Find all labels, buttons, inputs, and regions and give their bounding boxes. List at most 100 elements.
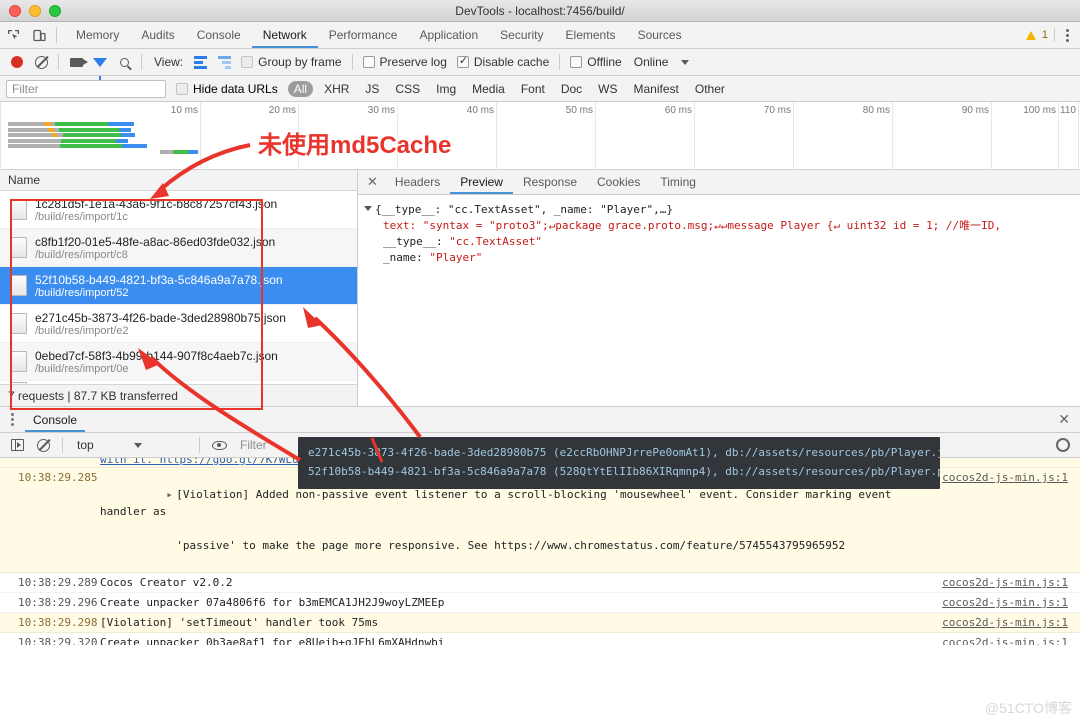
tab-console[interactable]: Console bbox=[186, 22, 252, 48]
tab-sources[interactable]: Sources bbox=[627, 22, 693, 48]
console-source-link[interactable]: cocos2d-js-min.js:1 bbox=[928, 634, 1080, 645]
network-overview[interactable]: 10 ms 20 ms 30 ms 40 ms 50 ms 60 ms 70 m… bbox=[0, 102, 1080, 170]
tab-network[interactable]: Network bbox=[252, 22, 318, 48]
offline-checkbox[interactable] bbox=[570, 56, 583, 68]
record-button[interactable] bbox=[6, 51, 28, 73]
clear-console-button[interactable] bbox=[32, 434, 54, 456]
filter-type-ws[interactable]: WS bbox=[593, 82, 622, 96]
request-detail-pane: ✕ Headers Preview Response Cookies Timin… bbox=[358, 170, 1080, 406]
more-options-icon[interactable] bbox=[1061, 28, 1074, 42]
filter-toggle-button[interactable] bbox=[89, 51, 111, 80]
table-row[interactable]: c8fb1f20-01e5-48fe-a8ac-86ed03fde032.jso… bbox=[0, 229, 357, 267]
request-name: 52f10b58-b449-4821-bf3a-5c846a9a7a78.jso… bbox=[35, 272, 283, 287]
tab-application[interactable]: Application bbox=[408, 22, 489, 48]
console-row[interactable]: 10:38:29.289 Cocos Creator v2.0.2 cocos2… bbox=[0, 573, 1080, 593]
json-root-line[interactable]: {__type__: "cc.TextAsset", _name: "Playe… bbox=[364, 202, 1080, 218]
disable-cache-checkbox[interactable] bbox=[456, 54, 469, 68]
close-drawer-icon[interactable]: ✕ bbox=[1058, 411, 1070, 428]
preserve-log-checkbox[interactable] bbox=[362, 56, 375, 68]
tab-security[interactable]: Security bbox=[489, 22, 554, 48]
request-path: /build/res/import/c8 bbox=[35, 248, 128, 261]
tab-cookies[interactable]: Cookies bbox=[587, 170, 650, 194]
group-by-frame-checkbox[interactable] bbox=[241, 56, 254, 68]
chevron-down-icon[interactable] bbox=[364, 206, 372, 211]
drawer-drag-handle[interactable] bbox=[0, 413, 25, 426]
tab-audits[interactable]: Audits bbox=[130, 22, 185, 48]
tab-timing[interactable]: Timing bbox=[650, 170, 706, 194]
console-row[interactable]: 10:38:29.296 Create unpacker 07a4806f6 f… bbox=[0, 593, 1080, 613]
warning-count[interactable]: 1 bbox=[1042, 29, 1048, 41]
timeline-tick: 30 ms bbox=[367, 105, 395, 116]
close-detail-icon[interactable]: ✕ bbox=[364, 174, 385, 190]
console-source-link[interactable]: cocos2d-js-min.js:1 bbox=[928, 594, 1080, 611]
json-key: __type__: bbox=[383, 235, 443, 248]
filter-type-img[interactable]: Img bbox=[431, 82, 461, 96]
hide-data-urls-row[interactable]: Hide data URLs bbox=[176, 82, 278, 96]
warning-triangle-icon bbox=[1025, 30, 1036, 40]
toolbar-divider bbox=[141, 54, 142, 70]
capture-screenshots-button[interactable] bbox=[65, 51, 88, 73]
console-source-link[interactable]: cocos2d-js-min.js:1 bbox=[928, 469, 1080, 571]
disable-cache-row[interactable]: Disable cache bbox=[456, 54, 549, 69]
tab-response[interactable]: Response bbox=[513, 170, 587, 194]
throttling-dropdown[interactable] bbox=[674, 51, 696, 73]
view-waterfall-button[interactable] bbox=[213, 51, 235, 73]
filter-type-font[interactable]: Font bbox=[516, 82, 550, 96]
console-settings-button[interactable] bbox=[1052, 434, 1074, 456]
console-filter-input[interactable]: Filter bbox=[240, 438, 267, 452]
drawer-tab-console[interactable]: Console bbox=[25, 407, 85, 432]
request-name: c8fb1f20-01e5-48fe-a8ac-86ed03fde032.jso… bbox=[35, 234, 276, 249]
tab-preview[interactable]: Preview bbox=[450, 170, 513, 194]
preserve-log-row[interactable]: Preserve log bbox=[362, 55, 447, 69]
filter-type-js[interactable]: JS bbox=[360, 82, 384, 96]
search-button[interactable] bbox=[113, 51, 135, 73]
devtools-window: DevTools - localhost:7456/build/ Memory … bbox=[0, 0, 1080, 722]
console-row[interactable]: 10:38:29.298 [Violation] 'setTimeout' ha… bbox=[0, 613, 1080, 633]
timeline-tick: 10 ms bbox=[170, 105, 198, 116]
column-header-name[interactable]: Name bbox=[0, 170, 357, 191]
table-row[interactable]: e271c45b-3873-4f26-bade-3ded28980b75.jso… bbox=[0, 305, 357, 343]
tabstrip-right-controls: 1 bbox=[1025, 28, 1074, 42]
table-row[interactable]: 0ebed7cf-58f3-4b99-b144-907f8c4aeb7c.jso… bbox=[0, 343, 357, 381]
filter-type-xhr[interactable]: XHR bbox=[319, 82, 354, 96]
inspect-element-icon[interactable] bbox=[0, 22, 26, 48]
console-source-link[interactable]: cocos2d-js-min.js:1 bbox=[928, 614, 1080, 631]
live-expression-button[interactable] bbox=[208, 434, 230, 456]
filter-type-other[interactable]: Other bbox=[690, 82, 730, 96]
toggle-device-toolbar-icon[interactable] bbox=[26, 22, 52, 48]
console-sidebar-button[interactable] bbox=[6, 434, 28, 456]
console-source-link[interactable]: cocos2d-js-min.js:1 bbox=[928, 574, 1080, 591]
execution-context-value: top bbox=[77, 438, 94, 452]
filter-type-css[interactable]: CSS bbox=[390, 82, 425, 96]
document-icon bbox=[10, 351, 27, 372]
request-name: 1c281d5f-1e1a-43a6-9f1c-b8c87257cf43.jso… bbox=[35, 196, 278, 211]
group-by-frame-row[interactable]: Group by frame bbox=[241, 55, 342, 69]
hide-data-urls-checkbox[interactable] bbox=[176, 82, 188, 95]
timeline-tick: 60 ms bbox=[664, 105, 692, 116]
expand-arrow-icon[interactable]: ▸ bbox=[166, 486, 176, 503]
view-as-list-button[interactable] bbox=[189, 51, 211, 73]
console-row[interactable]: 10:38:29.320 Create unpacker 0b3ae8af1 f… bbox=[0, 633, 1080, 645]
filter-type-all[interactable]: All bbox=[287, 80, 314, 97]
table-row[interactable]: 1c281d5f-1e1a-43a6-9f1c-b8c87257cf43.jso… bbox=[0, 191, 357, 229]
preview-json-viewer[interactable]: {__type__: "cc.TextAsset", _name: "Playe… bbox=[358, 195, 1080, 406]
clear-button[interactable] bbox=[30, 51, 52, 73]
table-row[interactable]: 52f10b58-b449-4821-bf3a-5c846a9a7a78.jso… bbox=[0, 267, 357, 305]
throttling-value[interactable]: Online bbox=[634, 55, 669, 69]
execution-context-selector[interactable]: top bbox=[71, 438, 191, 452]
console-partial-top[interactable]: with it. https://goo.gl/7K7WLu bbox=[100, 458, 299, 466]
tab-performance[interactable]: Performance bbox=[318, 22, 409, 48]
tab-headers[interactable]: Headers bbox=[385, 170, 450, 194]
request-list[interactable]: 1c281d5f-1e1a-43a6-9f1c-b8c87257cf43.jso… bbox=[0, 191, 357, 384]
filter-type-manifest[interactable]: Manifest bbox=[629, 82, 684, 96]
tab-elements[interactable]: Elements bbox=[555, 22, 627, 48]
filter-type-media[interactable]: Media bbox=[467, 82, 510, 96]
chevron-down-icon bbox=[681, 59, 690, 65]
json-prop-text: text: "syntax = "proto3";↵package grace.… bbox=[364, 218, 1080, 234]
console-message: Cocos Creator v2.0.2 bbox=[100, 576, 233, 589]
tab-memory[interactable]: Memory bbox=[65, 22, 130, 48]
timeline-tick: 90 ms bbox=[961, 105, 989, 116]
offline-row[interactable]: Offline bbox=[570, 55, 622, 69]
filter-input[interactable]: Filter bbox=[6, 79, 166, 98]
filter-type-doc[interactable]: Doc bbox=[556, 82, 587, 96]
